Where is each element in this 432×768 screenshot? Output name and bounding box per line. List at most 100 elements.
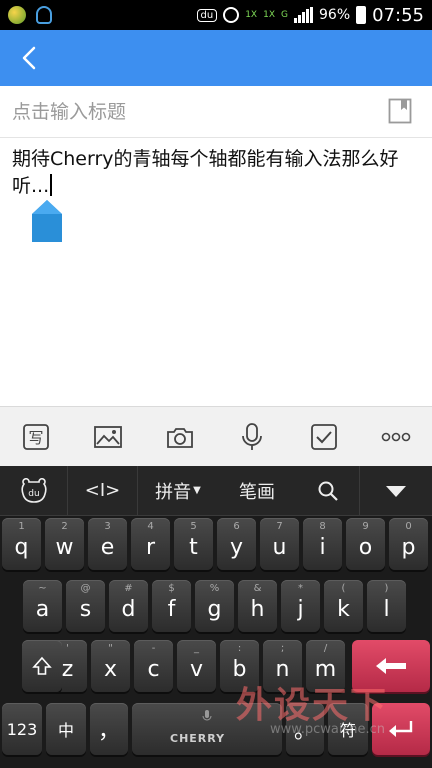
title-input[interactable]: [12, 100, 372, 123]
key-label: c: [147, 656, 160, 682]
key-a[interactable]: ~ a: [23, 580, 62, 632]
key-g[interactable]: % g: [195, 580, 234, 632]
clock-time: 07:55: [372, 4, 424, 26]
key-i[interactable]: 8i: [303, 518, 342, 570]
watermark-url: www.pcwaishe.cn: [270, 722, 385, 737]
cursor-tool-button[interactable]: <I>: [68, 465, 138, 516]
qq-notification-icon: [36, 6, 52, 24]
key-alt-label: -: [151, 643, 156, 654]
watermark-logo: 外设天下: [236, 685, 389, 726]
key-alt-label: :: [237, 643, 242, 654]
key-label: v: [189, 656, 204, 682]
cherry-brand-logo: CHERRY: [170, 732, 226, 745]
key-label: s: [79, 596, 92, 622]
ime-logo-button[interactable]: du: [0, 465, 68, 516]
numbers-key[interactable]: 123: [2, 703, 42, 755]
notebook-icon[interactable]: [388, 98, 412, 124]
numbers-key-label: 123: [6, 719, 38, 739]
language-key-label: 中: [57, 721, 74, 740]
key-o[interactable]: 9o: [346, 518, 385, 570]
key-label: y: [229, 534, 244, 560]
key-h[interactable]: & h: [238, 580, 277, 632]
key-label: q: [14, 534, 29, 560]
more-button[interactable]: [376, 417, 416, 457]
key-alt-label: /: [323, 643, 328, 654]
key-label: f: [167, 596, 176, 622]
hide-keyboard-button[interactable]: [360, 466, 432, 516]
pinyin-mode-button[interactable]: 拼音 ▼: [138, 466, 218, 516]
key-label: l: [383, 596, 390, 622]
stroke-label: 笔画: [239, 481, 275, 503]
key-q[interactable]: 1q: [2, 518, 41, 570]
key-label: u: [272, 534, 287, 560]
back-icon[interactable]: [16, 44, 44, 72]
insert-image-button[interactable]: [88, 417, 128, 457]
key-w[interactable]: 2w: [45, 518, 84, 570]
pinyin-label: 拼音: [155, 481, 192, 503]
key-alt-label: ;: [280, 643, 285, 654]
key-d[interactable]: # d: [109, 580, 148, 632]
key-label: j: [297, 596, 304, 622]
key-u[interactable]: 7u: [260, 518, 299, 570]
key-alt-label: (: [341, 583, 346, 594]
network-indicator-1: 1X: [245, 9, 258, 20]
comma-key[interactable]: ，: [90, 703, 128, 755]
key-label: e: [100, 534, 115, 560]
stroke-mode-button[interactable]: 笔画: [218, 466, 296, 516]
camera-button[interactable]: [160, 417, 200, 457]
key-x[interactable]: " x: [91, 640, 130, 692]
key-f[interactable]: $ f: [152, 580, 191, 632]
handwrite-button[interactable]: 写: [16, 417, 56, 457]
svg-text:du: du: [28, 489, 39, 499]
key-alt-label: 1: [18, 521, 25, 532]
battery-percent: 96%: [319, 7, 351, 23]
key-label: d: [121, 596, 136, 622]
key-alt-label: ": [108, 643, 113, 654]
note-body-text: 期待Cherry的青轴每个轴都能有输入法那么好听...: [12, 148, 399, 197]
key-label: g: [207, 596, 222, 622]
key-j[interactable]: * j: [281, 580, 320, 632]
language-key[interactable]: 中: [46, 703, 86, 755]
battery-icon: [356, 6, 367, 24]
key-l[interactable]: ) l: [367, 580, 406, 632]
search-icon: [318, 481, 338, 501]
key-alt-label: &: [253, 583, 262, 594]
signal-icon: [294, 7, 313, 23]
dropdown-icon: ▼: [193, 485, 201, 496]
backspace-icon: [376, 658, 406, 674]
key-e[interactable]: 3e: [88, 518, 127, 570]
key-alt-label: 0: [405, 521, 412, 532]
key-alt-label: 2: [61, 521, 68, 532]
network-indicator-2: 1X: [263, 9, 276, 20]
shift-key[interactable]: [22, 640, 62, 692]
key-s[interactable]: @ s: [66, 580, 105, 632]
checkbox-icon: [311, 423, 337, 450]
handwrite-icon: 写: [23, 423, 49, 450]
cursor-tool-label: <I>: [84, 480, 121, 501]
more-icon: [381, 432, 411, 441]
key-r[interactable]: 4r: [131, 518, 170, 570]
comma-key-label: ，: [97, 719, 120, 744]
key-alt-label: 8: [319, 521, 326, 532]
key-alt-label: _: [194, 643, 199, 654]
app-notification-icon: [8, 6, 26, 24]
voice-button[interactable]: [232, 417, 272, 457]
key-y[interactable]: 6y: [217, 518, 256, 570]
key-p[interactable]: 0p: [389, 518, 428, 570]
key-label: a: [35, 596, 50, 622]
search-button[interactable]: [296, 465, 360, 516]
key-k[interactable]: (k: [324, 580, 363, 632]
note-body[interactable]: 期待Cherry的青轴每个轴都能有输入法那么好听...: [12, 146, 422, 200]
key-alt-label: $: [168, 583, 175, 594]
key-c[interactable]: -c: [134, 640, 173, 692]
signal-label: G: [281, 9, 288, 20]
key-t[interactable]: 5t: [174, 518, 213, 570]
cursor-handle[interactable]: [30, 198, 64, 244]
app-title-bar: [0, 30, 432, 86]
key-v[interactable]: _ v: [177, 640, 216, 692]
text-caret: [50, 174, 53, 196]
title-field-row: [0, 86, 432, 138]
camera-icon: [167, 427, 193, 448]
key-label: z: [61, 656, 74, 682]
checklist-button[interactable]: [304, 417, 344, 457]
